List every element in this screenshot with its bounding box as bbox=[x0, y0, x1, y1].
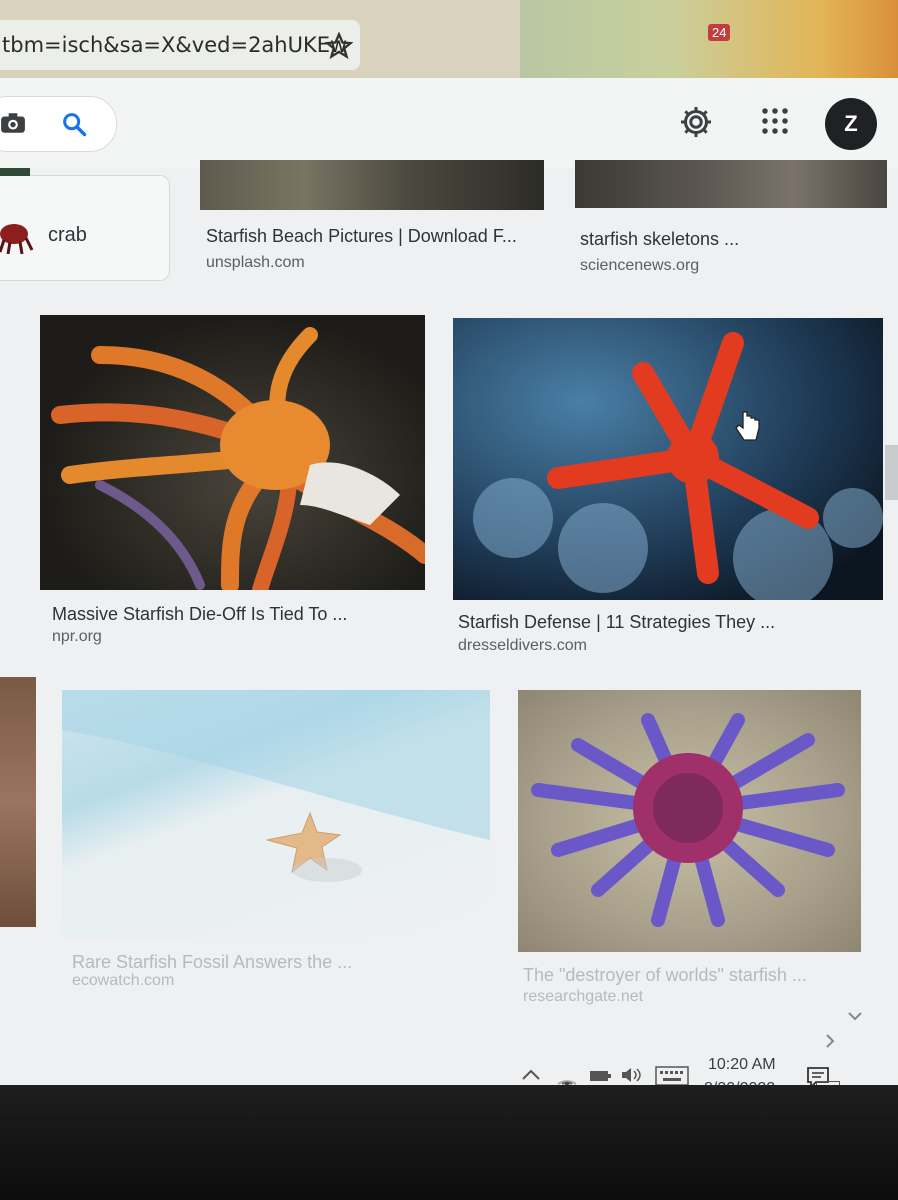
tray-expand-icon[interactable] bbox=[522, 1068, 540, 1080]
hand-cursor-icon bbox=[735, 411, 760, 441]
red-starfish-art bbox=[473, 332, 883, 600]
sunflower-star-art bbox=[51, 327, 425, 590]
result-source[interactable]: sciencenews.org bbox=[580, 257, 699, 275]
scrollbar-thumb[interactable] bbox=[885, 445, 898, 500]
beach-starfish-art bbox=[62, 690, 490, 882]
result-source[interactable]: researchgate.net bbox=[523, 988, 643, 1006]
battery-icon[interactable] bbox=[588, 1066, 612, 1084]
crown-of-thorns-art bbox=[531, 713, 845, 927]
camera-search-icon[interactable] bbox=[0, 110, 26, 136]
chevron-right-icon[interactable] bbox=[826, 1034, 836, 1048]
wifi-icon[interactable] bbox=[556, 1066, 578, 1086]
chip-thumbnail-top bbox=[0, 168, 30, 176]
result-image-starfish-skeletons[interactable] bbox=[575, 160, 887, 208]
result-caption[interactable]: Massive Starfish Die-Off Is Tied To ... bbox=[52, 604, 347, 625]
result-source[interactable]: unsplash.com bbox=[206, 254, 305, 272]
browser-screen: tbm=isch&sa=X&ved=2ahUKEw 24 Z crab Star… bbox=[0, 0, 898, 1100]
crab-thumbnail-icon bbox=[0, 224, 34, 254]
result-image-red-starfish[interactable] bbox=[453, 318, 883, 600]
result-image-crown-of-thorns[interactable] bbox=[518, 690, 861, 952]
result-source[interactable]: npr.org bbox=[52, 628, 102, 646]
result-image-starfish-beach[interactable] bbox=[200, 160, 544, 210]
settings-gear-icon[interactable] bbox=[678, 104, 714, 140]
keyboard-icon[interactable] bbox=[655, 1066, 689, 1086]
result-image-beach-starfish[interactable] bbox=[62, 690, 490, 938]
account-avatar[interactable]: Z bbox=[825, 98, 877, 150]
result-image-partial-left[interactable] bbox=[0, 677, 36, 927]
result-caption[interactable]: Rare Starfish Fossil Answers the ... bbox=[72, 952, 352, 973]
result-caption[interactable]: Starfish Defense | 11 Strategies They ..… bbox=[458, 612, 775, 633]
result-image-sunflower-star[interactable] bbox=[40, 315, 425, 590]
result-caption[interactable]: Starfish Beach Pictures | Download F... bbox=[206, 226, 517, 247]
chip-label-crab[interactable]: crab bbox=[48, 224, 87, 247]
browser-toolbar: tbm=isch&sa=X&ved=2ahUKEw 24 bbox=[0, 0, 898, 78]
chevron-down-icon[interactable] bbox=[848, 1012, 862, 1022]
extension-badge[interactable]: 24 bbox=[708, 24, 731, 41]
result-source[interactable]: dresseldivers.com bbox=[458, 637, 587, 655]
volume-icon[interactable] bbox=[620, 1066, 642, 1084]
result-caption[interactable]: starfish skeletons ... bbox=[580, 229, 739, 250]
bookmark-star-icon[interactable] bbox=[325, 32, 353, 60]
result-source[interactable]: ecowatch.com bbox=[72, 972, 174, 990]
result-caption[interactable]: The "destroyer of worlds" starfish ... bbox=[523, 965, 807, 986]
google-apps-icon[interactable] bbox=[760, 106, 790, 136]
monitor-bezel bbox=[0, 1085, 898, 1200]
address-bar-url[interactable]: tbm=isch&sa=X&ved=2ahUKEw bbox=[2, 33, 347, 57]
taskbar-clock-time[interactable]: 10:20 AM bbox=[708, 1056, 776, 1074]
search-icon[interactable] bbox=[60, 110, 88, 138]
